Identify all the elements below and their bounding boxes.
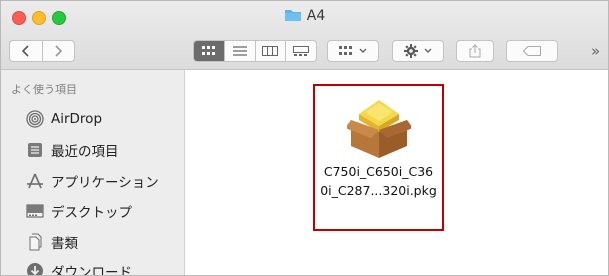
icon-view-button[interactable]	[194, 41, 225, 61]
window-title-bar: A4	[1, 8, 608, 26]
sidebar-item-label: ダウンロード	[51, 265, 132, 276]
column-view-button[interactable]	[256, 41, 287, 61]
toolbar: A4 »	[1, 1, 608, 70]
file-name: C750i_C650i_C36 0i_C287...320i.pkg	[315, 162, 442, 200]
sidebar-item-label: デスクトップ	[51, 205, 132, 221]
finder-window: A4 » よく使う項目 AirDrop 最近の項目 アプリケーション デスクトッ…	[0, 0, 609, 276]
tag-icon	[523, 46, 541, 56]
grid-icon	[201, 46, 215, 55]
navigation-buttons	[9, 40, 75, 62]
sidebar-item-label: 最近の項目	[51, 144, 119, 160]
sidebar: よく使う項目 AirDrop 最近の項目 アプリケーション デスクトップ 書類 …	[1, 70, 185, 276]
group-by-button[interactable]	[327, 40, 379, 62]
package-icon	[347, 100, 411, 158]
folder-icon	[284, 8, 302, 26]
airdrop-icon	[25, 109, 45, 129]
sidebar-item-applications[interactable]: アプリケーション	[25, 169, 159, 193]
downloads-icon	[25, 261, 45, 275]
sidebar-item-label: 書類	[51, 236, 78, 252]
toolbar-overflow-button[interactable]: »	[591, 42, 600, 60]
sidebar-item-airdrop[interactable]: AirDrop	[25, 107, 102, 131]
sidebar-item-downloads[interactable]: ダウンロード	[25, 259, 132, 276]
gallery-icon	[293, 46, 310, 56]
forward-button[interactable]	[43, 41, 75, 61]
desktop-icon	[25, 201, 45, 221]
applications-icon	[25, 171, 45, 191]
view-mode-group	[193, 40, 317, 62]
columns-icon	[262, 46, 279, 56]
sidebar-item-documents[interactable]: 書類	[25, 230, 78, 254]
back-button[interactable]	[10, 41, 43, 61]
sidebar-item-label: AirDrop	[51, 111, 103, 127]
chevron-down-icon	[424, 48, 432, 53]
chevron-down-icon	[359, 48, 367, 53]
gallery-view-button[interactable]	[286, 41, 316, 61]
gear-icon	[404, 44, 418, 58]
sidebar-item-label: アプリケーション	[51, 175, 159, 191]
file-name-line-1: C750i_C650i_C36	[323, 164, 434, 179]
share-button[interactable]	[456, 40, 494, 62]
grid-icon	[339, 46, 352, 55]
list-view-button[interactable]	[225, 41, 256, 61]
chevron-left-icon	[21, 45, 29, 57]
file-name-line-2: 0i_C287...320i.pkg	[320, 183, 437, 198]
sidebar-item-desktop[interactable]: デスクトップ	[25, 199, 132, 223]
list-icon	[232, 46, 247, 56]
tags-button[interactable]	[506, 40, 558, 62]
sidebar-heading: よく使う項目	[11, 83, 77, 96]
file-item-pkg[interactable]: C750i_C650i_C36 0i_C287...320i.pkg	[313, 84, 444, 231]
sidebar-item-recents[interactable]: 最近の項目	[25, 138, 119, 162]
recents-icon	[25, 140, 45, 160]
chevron-right-icon	[55, 45, 63, 57]
action-button[interactable]	[392, 40, 444, 62]
share-icon	[469, 44, 481, 58]
window-title: A4	[306, 8, 326, 24]
documents-icon	[25, 232, 45, 252]
